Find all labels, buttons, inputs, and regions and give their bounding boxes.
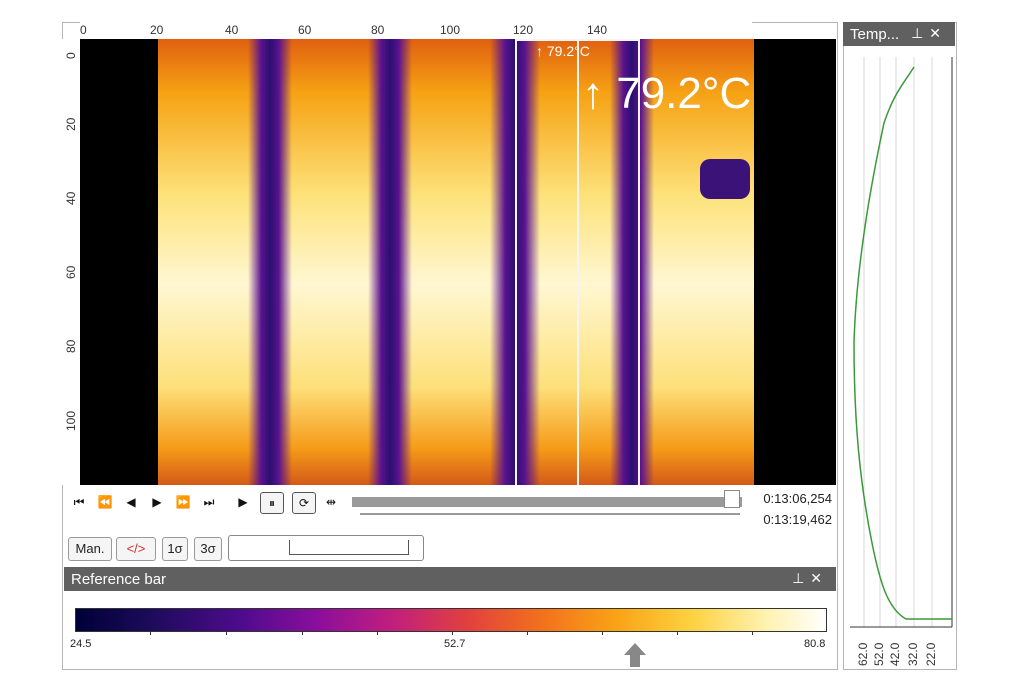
reference-bar-title: Reference bar — [71, 571, 167, 588]
close-icon[interactable]: ✕ — [929, 25, 947, 41]
image-border-right — [754, 39, 836, 485]
ruler-top-label: 60 — [298, 23, 312, 37]
manual-range-button[interactable]: Man. — [68, 537, 112, 561]
color-scale-tick — [377, 631, 378, 635]
panel-icons: ⊥✕ — [792, 570, 828, 587]
color-scale-tick — [677, 631, 678, 635]
ruler-left: 0 20 40 60 80 100 — [62, 39, 81, 485]
timeline-handle[interactable] — [724, 490, 740, 508]
pause-icon[interactable]: ⏸ — [260, 492, 284, 514]
ruler-left-label: 40 — [64, 191, 78, 205]
skip-to-end-icon[interactable]: ⏭ — [198, 492, 220, 512]
ruler-top-label: 40 — [225, 23, 239, 37]
palette-toolbar: Man. </> 1σ 3σ — [64, 535, 836, 563]
roi-line[interactable] — [577, 39, 579, 485]
playback-controls: ⏮ ⏪ ◀ ▶ ⏩ ⏭ ▶ ⏸ ⟳ ⇹ 0:13:06,254 0:13:19,… — [64, 487, 836, 531]
profile-line — [853, 66, 952, 620]
scale-min-label: 24.5 — [70, 638, 92, 650]
side-axis-label: 32.0 — [906, 642, 920, 666]
ruler-left-label: 20 — [64, 117, 78, 131]
timeline-subtrack[interactable] — [360, 513, 740, 515]
roi-max-readout: ↑ 79.2°C — [582, 69, 752, 118]
panel-icons: ⊥✕ — [911, 25, 947, 42]
sigma1-button[interactable]: 1σ — [162, 537, 188, 561]
color-scale-tick — [452, 631, 453, 635]
ruler-left-label: 0 — [64, 52, 78, 59]
close-icon[interactable]: ✕ — [810, 570, 828, 586]
ruler-top: 0 20 40 60 80 100 120 140 — [80, 22, 752, 40]
ruler-top-label: 80 — [371, 23, 385, 37]
ruler-left-label: 80 — [64, 339, 78, 353]
scale-marker-icon — [624, 643, 646, 655]
sigma3-button[interactable]: 3σ — [194, 537, 222, 561]
side-axis-label: 62.0 — [856, 642, 870, 666]
step-forward-icon[interactable]: ▶ — [146, 492, 168, 512]
color-scale — [75, 608, 827, 632]
scale-marker-stem — [630, 655, 640, 667]
color-scale-tick — [150, 631, 151, 635]
reference-bar-panel: 24.5 52.7 80.8 — [64, 591, 836, 667]
fast-rewind-icon[interactable]: ⏪ — [94, 492, 116, 512]
step-back-icon[interactable]: ◀ — [120, 492, 142, 512]
side-axis-label: 22.0 — [924, 642, 938, 666]
loop-icon[interactable]: ⟳ — [292, 492, 316, 514]
roi-max-label: ↑ 79.2°C — [536, 43, 590, 59]
color-scale-tick — [602, 631, 603, 635]
cold-gap — [248, 39, 292, 485]
side-panel-header: Temp... ⊥✕ — [843, 22, 955, 46]
side-panel-title: Temp... — [850, 26, 900, 43]
thermal-image[interactable]: ↑ 79.2°C ↑ 79.2°C — [80, 39, 836, 485]
ruler-left-label: 60 — [64, 265, 78, 279]
color-scale-tick — [302, 631, 303, 635]
temperature-profile-panel — [843, 22, 957, 670]
cold-gap — [368, 39, 412, 485]
image-border-left — [80, 39, 158, 485]
pin-icon[interactable]: ⊥ — [911, 25, 929, 41]
color-scale-tick — [752, 631, 753, 635]
timeline-track[interactable] — [352, 497, 742, 507]
skip-to-start-icon[interactable]: ⏮ — [68, 492, 90, 512]
ruler-top-label: 120 — [513, 23, 534, 37]
ruler-left-label: 100 — [64, 410, 78, 431]
side-axis-label: 52.0 — [872, 642, 886, 666]
scale-max-label: 80.8 — [804, 638, 826, 650]
ruler-top-label: 20 — [150, 23, 164, 37]
ruler-top-label: 0 — [80, 23, 87, 37]
fast-forward-icon[interactable]: ⏩ — [172, 492, 194, 512]
reference-bar-header: Reference bar ⊥✕ — [64, 567, 836, 591]
trim-icon[interactable]: ⇹ — [320, 492, 342, 512]
time-current: 0:13:06,254 — [763, 491, 832, 506]
color-scale-tick — [226, 631, 227, 635]
ruler-top-label: 140 — [587, 23, 608, 37]
profile-gridlines — [863, 57, 933, 627]
range-slider[interactable] — [228, 535, 424, 561]
time-total: 0:13:19,462 — [763, 512, 832, 527]
ruler-top-label: 100 — [440, 23, 461, 37]
profile-plot — [850, 57, 953, 628]
play-icon[interactable]: ▶ — [232, 492, 254, 512]
range-slider-thumb[interactable] — [289, 540, 409, 555]
scale-mid-label: 52.7 — [444, 638, 466, 650]
side-axis-label: 42.0 — [888, 642, 902, 666]
code-button[interactable]: </> — [116, 537, 156, 561]
cold-spot — [700, 159, 750, 199]
color-scale-tick — [527, 631, 528, 635]
pin-icon[interactable]: ⊥ — [792, 570, 810, 586]
